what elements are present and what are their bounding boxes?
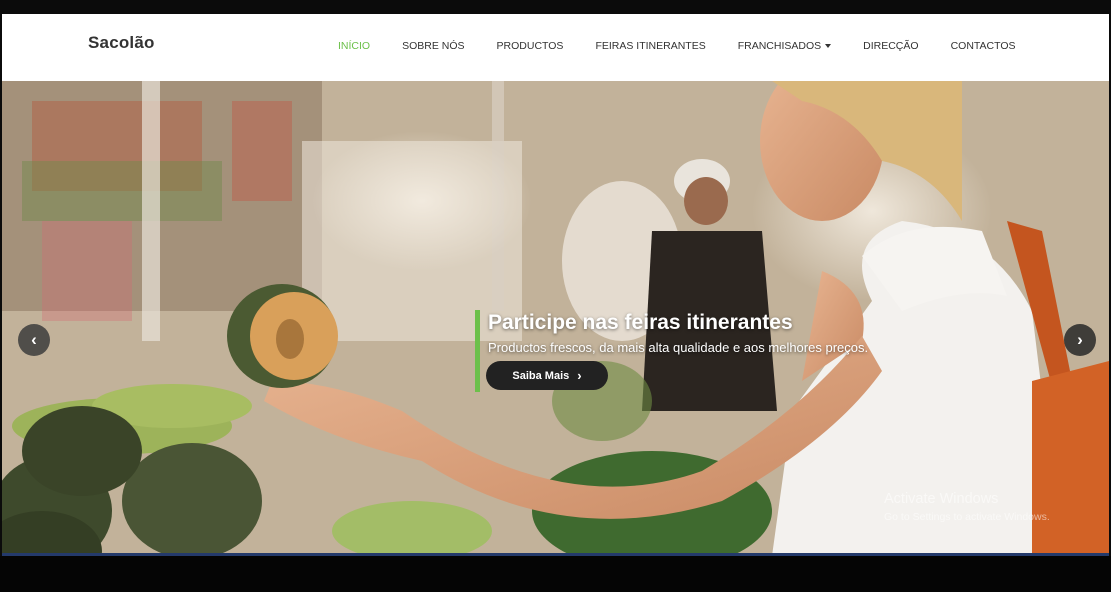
brand-logo[interactable]: Sacolão bbox=[88, 33, 155, 53]
nav-item-franchisados[interactable]: FRANCHISADOS bbox=[722, 40, 847, 52]
nav-item-direccao[interactable]: DIRECÇÃO bbox=[847, 40, 934, 52]
caret-down-icon bbox=[825, 44, 832, 48]
watermark-subtitle: Go to Settings to activate Windows. bbox=[884, 511, 1050, 523]
main-nav: INÍCIO SOBRE NÓS PRODUCTOS FEIRAS ITINER… bbox=[322, 40, 1032, 52]
navbar: Sacolão INÍCIO SOBRE NÓS PRODUCTOS FEIRA… bbox=[2, 14, 1109, 81]
nav-item-label: FRANCHISADOS bbox=[737, 40, 822, 52]
hero-carousel: ‹ › Participe nas feiras itinerantes Pro… bbox=[2, 81, 1109, 556]
button-label: Saiba Mais bbox=[512, 369, 570, 382]
chevron-left-icon: ‹ bbox=[31, 330, 37, 349]
nav-item-label: DIRECÇÃO bbox=[863, 40, 919, 52]
nav-item-sobre-nos[interactable]: SOBRE NÓS bbox=[386, 40, 480, 52]
nav-item-contactos[interactable]: CONTACTOS bbox=[935, 40, 1032, 52]
carousel-next-button[interactable]: › bbox=[1064, 324, 1096, 356]
saiba-mais-button[interactable]: Saiba Mais › bbox=[486, 361, 608, 390]
nav-item-label: FEIRAS ITINERANTES bbox=[595, 40, 706, 52]
screen-bottom-strip bbox=[0, 556, 1111, 592]
chevron-right-icon: › bbox=[577, 368, 582, 383]
nav-item-feiras-itinerantes[interactable]: FEIRAS ITINERANTES bbox=[579, 40, 721, 52]
web-page: Sacolão INÍCIO SOBRE NÓS PRODUCTOS FEIRA… bbox=[2, 14, 1109, 556]
hero-subtitle: Productos frescos, da mais alta qualidad… bbox=[488, 340, 869, 355]
nav-item-label: INÍCIO bbox=[338, 40, 371, 52]
windows-activation-watermark: Activate Windows Go to Settings to activ… bbox=[884, 491, 1050, 523]
chevron-right-icon: › bbox=[1077, 330, 1083, 349]
nav-item-label: CONTACTOS bbox=[950, 40, 1016, 52]
nav-item-productos[interactable]: PRODUCTOS bbox=[481, 40, 580, 52]
nav-item-inicio[interactable]: INÍCIO bbox=[322, 40, 386, 52]
hero-title: Participe nas feiras itinerantes bbox=[488, 311, 793, 334]
browser-frame: Sacolão INÍCIO SOBRE NÓS PRODUCTOS FEIRA… bbox=[0, 0, 1111, 592]
nav-item-label: SOBRE NÓS bbox=[402, 40, 465, 52]
caption-accent-bar bbox=[475, 310, 480, 392]
carousel-prev-button[interactable]: ‹ bbox=[18, 324, 50, 356]
nav-item-label: PRODUCTOS bbox=[496, 40, 564, 52]
watermark-title: Activate Windows bbox=[884, 491, 999, 507]
